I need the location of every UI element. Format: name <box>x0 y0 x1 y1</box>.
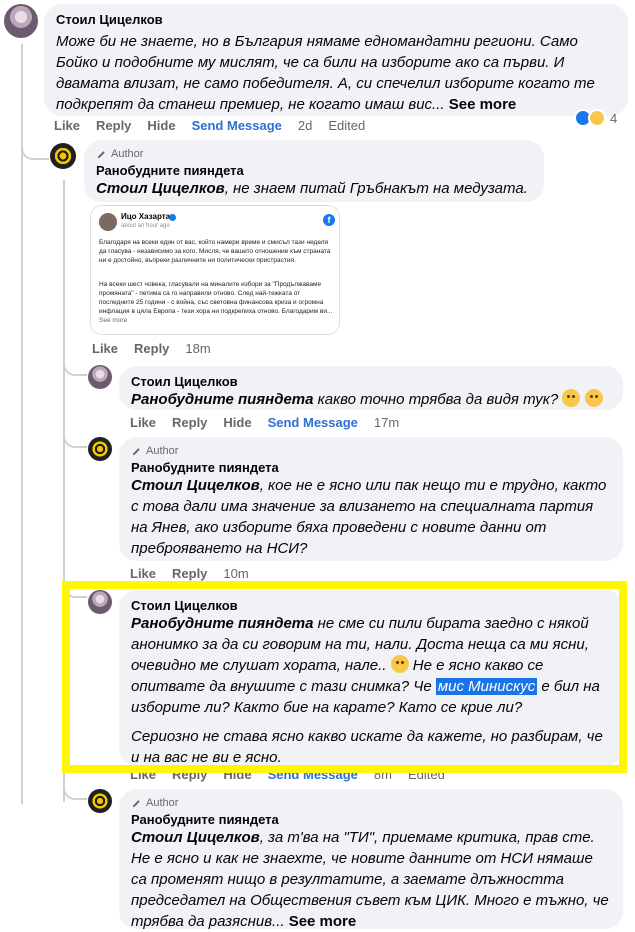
comment-author[interactable]: Ранобудните пияндета <box>96 163 532 178</box>
see-more-link[interactable]: See more <box>289 913 357 930</box>
comment-author[interactable]: Ранобудните пияндета <box>131 812 611 827</box>
comment-author[interactable]: Стоил Цицелков <box>56 12 616 27</box>
comment-actions: Like Reply 18m <box>92 341 211 356</box>
author-badge: Author <box>96 148 532 160</box>
pencil-icon <box>132 799 140 807</box>
attachment-paragraph-2: На всеки шест човека, гласували на минал… <box>99 280 333 325</box>
comment-text: Ранобудните пияндета какво точно трябва … <box>131 389 611 410</box>
comment-actions: Like Reply 10m <box>130 566 249 581</box>
attachment-page-name: Ицо Хазарта <box>121 212 171 221</box>
mention-link[interactable]: Стоил Цицелков <box>131 477 260 494</box>
send-message-button[interactable]: Send Message <box>192 118 282 133</box>
comment-text: Може би не знаете, но в България нямаме … <box>56 31 616 115</box>
pencil-icon <box>97 150 105 158</box>
comment-bubble: Author Ранобудните пияндета Стоил Цицелк… <box>119 437 623 561</box>
attachment-timestamp: about an hour ago <box>121 223 170 229</box>
facebook-icon: f <box>323 214 335 226</box>
thread-curve <box>21 140 49 160</box>
timestamp[interactable]: 17m <box>374 415 399 430</box>
like-button[interactable]: Like <box>54 118 80 133</box>
edited-label: Edited <box>328 118 366 133</box>
mention-link[interactable]: Стоил Цицелков <box>96 180 225 197</box>
comment-author[interactable]: Ранобудните пияндета <box>131 460 611 475</box>
comment-bubble: Стоил Цицелков Може би не знаете, но в Б… <box>44 4 628 116</box>
comment-body: какво точно трябва да видя тук? <box>313 391 559 408</box>
like-button[interactable]: Like <box>130 566 156 581</box>
thread-curve <box>63 782 87 800</box>
haha-reaction-icon <box>588 109 606 127</box>
comment-text: Стоил Цицелков, кое не е ясно или пак не… <box>131 475 611 559</box>
avatar[interactable] <box>88 365 112 389</box>
avatar[interactable] <box>50 143 76 169</box>
highlight-box <box>62 581 627 773</box>
reply-button[interactable]: Reply <box>96 118 131 133</box>
timestamp[interactable]: 10m <box>223 566 248 581</box>
avatar[interactable] <box>88 437 112 461</box>
avatar[interactable] <box>88 789 112 813</box>
hide-button[interactable]: Hide <box>147 118 175 133</box>
attachment-body: На всеки шест човека, гласували на минал… <box>99 281 333 315</box>
attachment-paragraph-1: Благодаря на всеки един от вас, който на… <box>99 239 331 264</box>
comment-actions: Like Reply Hide Send Message 2d Edited <box>54 118 365 133</box>
attached-screenshot[interactable]: Ицо Хазарта about an hour ago f Благодар… <box>90 205 340 335</box>
mention-link[interactable]: Стоил Цицелков <box>131 829 260 846</box>
author-badge-label: Author <box>146 445 179 457</box>
mention-link[interactable]: Ранобудните пияндета <box>131 391 313 408</box>
reply-button[interactable]: Reply <box>172 415 207 430</box>
see-more-link[interactable]: See more <box>449 96 517 113</box>
author-badge-label: Author <box>146 797 179 809</box>
reactions-count: 4 <box>610 110 618 126</box>
page-avatar <box>99 213 117 231</box>
thread-curve <box>63 430 87 448</box>
timestamp[interactable]: 2d <box>298 118 312 133</box>
comment-bubble: Author Ранобудните пияндета Стоил Цицелк… <box>119 789 623 932</box>
comment-text: Стоил Цицелков, не знаем питай Гръбнакът… <box>96 178 532 199</box>
send-message-button[interactable]: Send Message <box>268 415 358 430</box>
author-badge-label: Author <box>111 148 144 160</box>
hide-button[interactable]: Hide <box>223 415 251 430</box>
comment-text: Стоил Цицелков, за т'ва на "ТИ", приемам… <box>131 827 611 932</box>
reply-button[interactable]: Reply <box>172 566 207 581</box>
thread-line <box>21 44 23 804</box>
timestamp[interactable]: 18m <box>185 341 210 356</box>
reply-button[interactable]: Reply <box>134 341 169 356</box>
comment-actions: Like Reply Hide Send Message 17m <box>130 415 399 430</box>
comment-body: , не знаем питай Гръбнакът на медузата. <box>224 180 528 197</box>
author-badge: Author <box>131 797 611 809</box>
like-button[interactable]: Like <box>130 415 156 430</box>
thread-curve <box>63 360 87 376</box>
like-button[interactable]: Like <box>92 341 118 356</box>
reactions-summary[interactable]: 4 <box>574 109 617 127</box>
verified-icon <box>169 214 176 221</box>
comment-author[interactable]: Стоил Цицелков <box>131 374 611 389</box>
eye-roll-emoji-icon <box>562 389 581 407</box>
comment-bubble: Author Ранобудните пияндета Стоил Цицелк… <box>84 140 544 202</box>
grinning-emoji-icon <box>584 389 603 407</box>
attachment-see-more: See more <box>99 317 128 324</box>
author-badge: Author <box>131 445 611 457</box>
comment-bubble: Стоил Цицелков Ранобудните пияндета какв… <box>119 366 623 410</box>
pencil-icon <box>132 447 140 455</box>
avatar[interactable] <box>4 4 38 38</box>
